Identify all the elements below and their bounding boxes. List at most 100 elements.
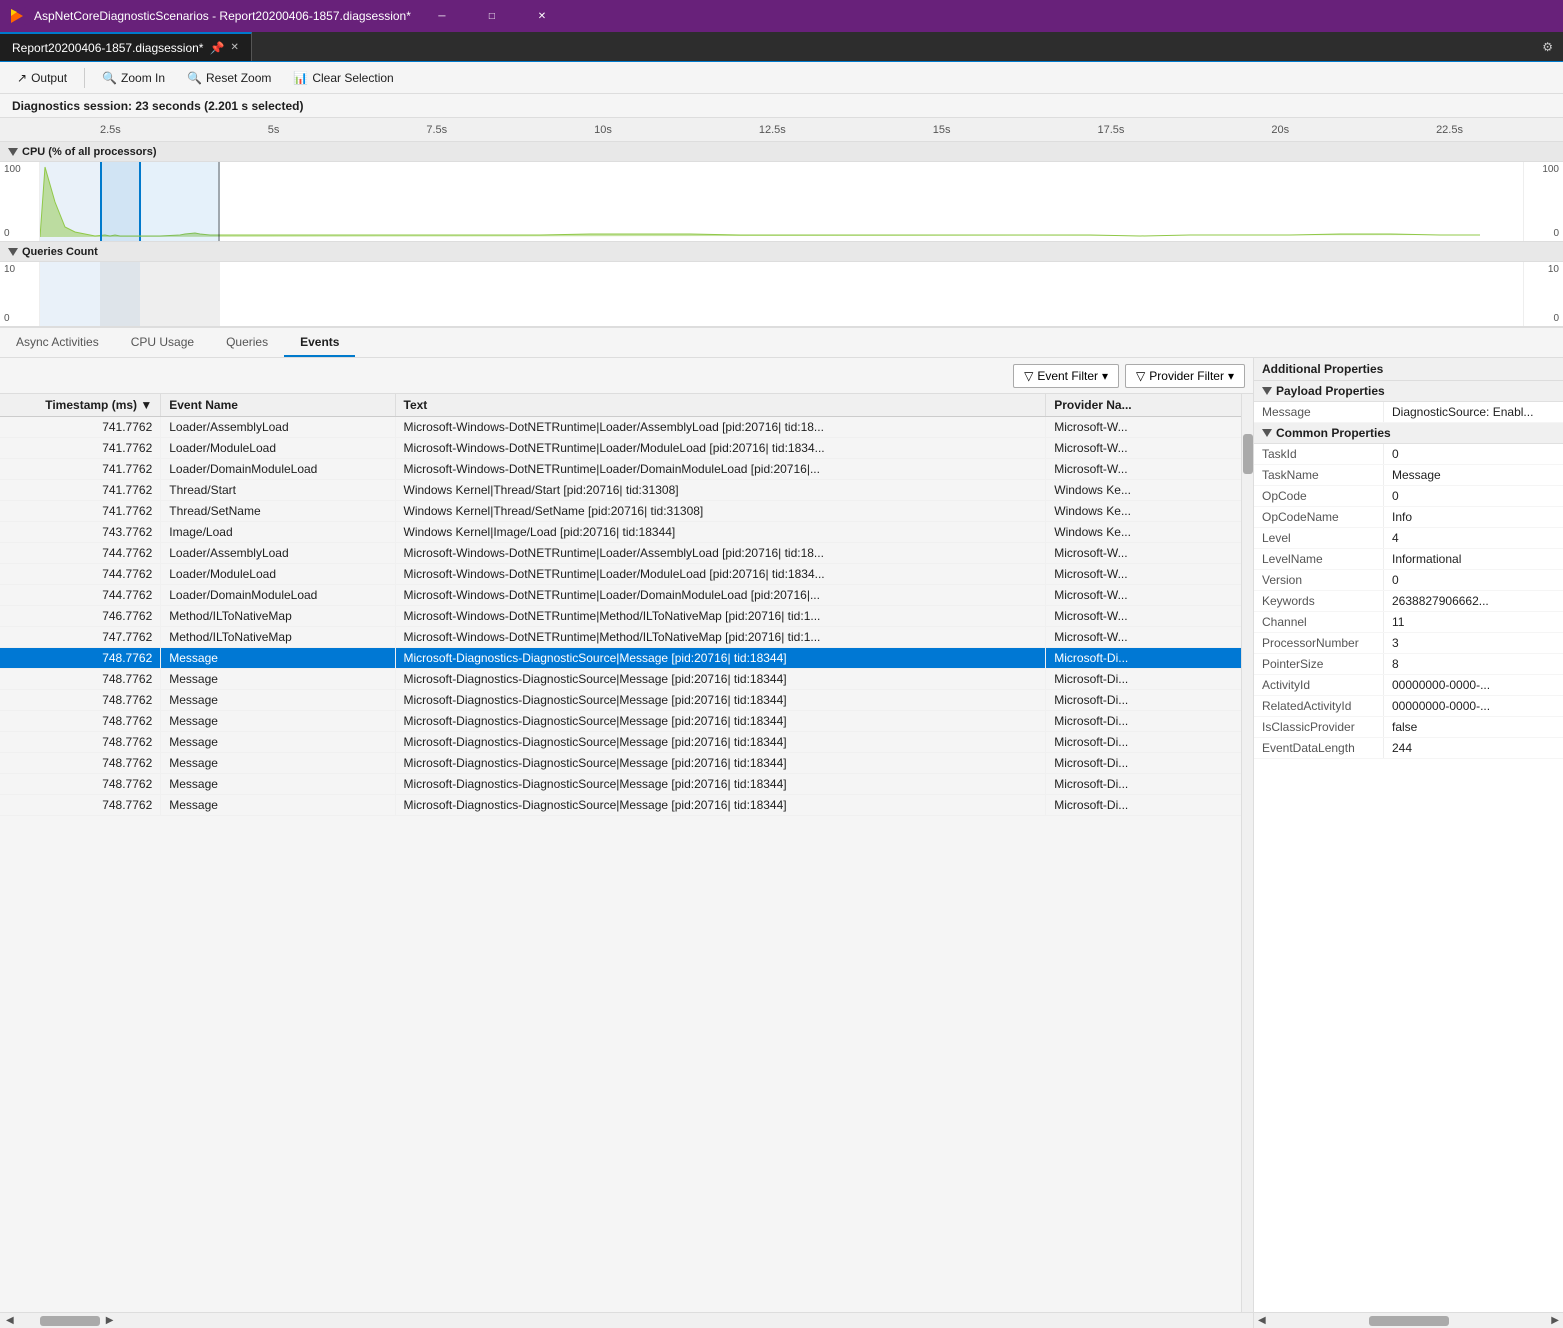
cpu-chart-canvas — [40, 162, 1523, 241]
cpu-y-labels-left: 100 0 — [0, 162, 40, 241]
col-header-text[interactable]: Text — [395, 394, 1046, 417]
common-prop-row: ActivityId00000000-0000-... — [1254, 675, 1563, 696]
reset-zoom-button[interactable]: 🔍 Reset Zoom — [178, 67, 280, 89]
cpu-chart-body[interactable]: 100 0 100 0 — [0, 162, 1563, 242]
prop-key: Keywords — [1254, 591, 1384, 611]
table-row[interactable]: 741.7762Loader/AssemblyLoadMicrosoft-Win… — [0, 417, 1241, 438]
scroll-left-arrow[interactable]: ◀ — [0, 1315, 20, 1326]
tab-cpu-usage[interactable]: CPU Usage — [115, 328, 210, 357]
table-vertical-scrollbar[interactable] — [1241, 394, 1253, 1312]
ruler-mark: 2.5s — [100, 124, 121, 136]
table-row[interactable]: 741.7762Thread/SetNameWindows Kernel|Thr… — [0, 501, 1241, 522]
tab-async-activities[interactable]: Async Activities — [0, 328, 115, 357]
provider-filter-icon: ▽ — [1136, 369, 1145, 383]
prop-value: 0 — [1384, 570, 1563, 590]
cell-event: Loader/AssemblyLoad — [161, 543, 395, 564]
prop-key: OpCodeName — [1254, 507, 1384, 527]
close-button[interactable]: ✕ — [519, 0, 565, 32]
zoom-in-button[interactable]: 🔍 Zoom In — [93, 67, 174, 89]
right-panel-scrollbar[interactable]: ◀ ▶ — [1254, 1312, 1563, 1328]
table-row[interactable]: 748.7762MessageMicrosoft-Diagnostics-Dia… — [0, 795, 1241, 816]
clear-selection-button[interactable]: 📊 Clear Selection — [284, 67, 402, 89]
common-prop-row: Version0 — [1254, 570, 1563, 591]
prop-value: 11 — [1384, 612, 1563, 632]
prop-value: 00000000-0000-... — [1384, 675, 1563, 695]
table-row[interactable]: 741.7762Loader/DomainModuleLoadMicrosoft… — [0, 459, 1241, 480]
table-row[interactable]: 748.7762MessageMicrosoft-Diagnostics-Dia… — [0, 669, 1241, 690]
prop-key: TaskId — [1254, 444, 1384, 464]
horizontal-scrollbar[interactable]: ◀ ▶ — [0, 1312, 1253, 1328]
h-scroll-thumb[interactable] — [40, 1316, 100, 1326]
ruler-marks: 2.5s5s7.5s10s12.5s15s17.5s20s22.5s — [100, 124, 1463, 136]
right-h-scroll-thumb[interactable] — [1369, 1316, 1449, 1326]
table-row[interactable]: 748.7762MessageMicrosoft-Diagnostics-Dia… — [0, 690, 1241, 711]
prop-value: Info — [1384, 507, 1563, 527]
settings-icon[interactable]: ⚙ — [1532, 32, 1563, 61]
common-prop-row: OpCode0 — [1254, 486, 1563, 507]
common-prop-row: RelatedActivityId00000000-0000-... — [1254, 696, 1563, 717]
right-scroll-left[interactable]: ◀ — [1258, 1315, 1266, 1326]
table-row[interactable]: 743.7762Image/LoadWindows Kernel|Image/L… — [0, 522, 1241, 543]
right-scroll-right[interactable]: ▶ — [1551, 1315, 1559, 1326]
timeline-area: 2.5s5s7.5s10s12.5s15s17.5s20s22.5s CPU (… — [0, 118, 1563, 328]
cell-text: Windows Kernel|Image/Load [pid:20716| ti… — [395, 522, 1046, 543]
prop-key: Version — [1254, 570, 1384, 590]
table-row[interactable]: 748.7762MessageMicrosoft-Diagnostics-Dia… — [0, 774, 1241, 795]
output-button[interactable]: ↗ Output — [8, 67, 76, 89]
queries-chart-body[interactable]: 10 0 10 0 — [0, 262, 1563, 327]
cell-timestamp: 744.7762 — [0, 564, 161, 585]
cell-event: Loader/AssemblyLoad — [161, 417, 395, 438]
scroll-right-arrow[interactable]: ▶ — [100, 1315, 120, 1326]
prop-key: EventDataLength — [1254, 738, 1384, 758]
cell-text: Microsoft-Diagnostics-DiagnosticSource|M… — [395, 774, 1046, 795]
table-row[interactable]: 741.7762Loader/ModuleLoadMicrosoft-Windo… — [0, 438, 1241, 459]
tab-events[interactable]: Events — [284, 328, 355, 357]
tab-pin-icon[interactable]: 📌 — [209, 41, 224, 55]
cell-provider: Microsoft-W... — [1046, 543, 1241, 564]
table-row[interactable]: 744.7762Loader/ModuleLoadMicrosoft-Windo… — [0, 564, 1241, 585]
table-row[interactable]: 744.7762Loader/DomainModuleLoadMicrosoft… — [0, 585, 1241, 606]
common-section-header[interactable]: Common Properties — [1254, 423, 1563, 444]
main-content: ▽ Event Filter ▾ ▽ Provider Filter ▾ Tim… — [0, 358, 1563, 1328]
tab-queries[interactable]: Queries — [210, 328, 284, 357]
cell-timestamp: 748.7762 — [0, 669, 161, 690]
col-header-timestamp[interactable]: Timestamp (ms) ▼ — [0, 394, 161, 417]
bottom-tabs: Async Activities CPU Usage Queries Event… — [0, 328, 1563, 358]
payload-section-header[interactable]: Payload Properties — [1254, 381, 1563, 402]
table-row[interactable]: 741.7762Thread/StartWindows Kernel|Threa… — [0, 480, 1241, 501]
right-panel-content[interactable]: Payload Properties MessageDiagnosticSour… — [1254, 381, 1563, 1312]
col-header-event[interactable]: Event Name — [161, 394, 395, 417]
col-header-provider[interactable]: Provider Na... — [1046, 394, 1241, 417]
cell-provider: Microsoft-Di... — [1046, 753, 1241, 774]
table-area: Timestamp (ms) ▼ Event Name Text Provide… — [0, 394, 1253, 1312]
table-row[interactable]: 746.7762Method/ILToNativeMapMicrosoft-Wi… — [0, 606, 1241, 627]
prop-key: Message — [1254, 402, 1384, 422]
table-row[interactable]: 747.7762Method/ILToNativeMapMicrosoft-Wi… — [0, 627, 1241, 648]
table-row[interactable]: 748.7762MessageMicrosoft-Diagnostics-Dia… — [0, 753, 1241, 774]
tab-close-icon[interactable]: ✕ — [230, 42, 238, 53]
table-row[interactable]: 748.7762MessageMicrosoft-Diagnostics-Dia… — [0, 711, 1241, 732]
cell-text: Microsoft-Diagnostics-DiagnosticSource|M… — [395, 669, 1046, 690]
cell-provider: Microsoft-Di... — [1046, 711, 1241, 732]
cell-timestamp: 741.7762 — [0, 438, 161, 459]
events-table-container[interactable]: Timestamp (ms) ▼ Event Name Text Provide… — [0, 394, 1241, 1312]
table-row[interactable]: 748.7762MessageMicrosoft-Diagnostics-Dia… — [0, 648, 1241, 669]
window-controls: ─ □ ✕ — [419, 0, 565, 32]
app-title: AspNetCoreDiagnosticScenarios - Report20… — [34, 9, 411, 23]
scroll-thumb[interactable] — [1243, 434, 1253, 474]
cell-text: Microsoft-Windows-DotNETRuntime|Loader/A… — [395, 417, 1046, 438]
event-filter-button[interactable]: ▽ Event Filter ▾ — [1013, 364, 1119, 388]
cell-event: Message — [161, 732, 395, 753]
cell-timestamp: 748.7762 — [0, 690, 161, 711]
maximize-button[interactable]: □ — [469, 0, 515, 32]
common-prop-row: Level4 — [1254, 528, 1563, 549]
minimize-button[interactable]: ─ — [419, 0, 465, 32]
provider-filter-button[interactable]: ▽ Provider Filter ▾ — [1125, 364, 1245, 388]
cell-provider: Microsoft-W... — [1046, 438, 1241, 459]
table-row[interactable]: 744.7762Loader/AssemblyLoadMicrosoft-Win… — [0, 543, 1241, 564]
table-row[interactable]: 748.7762MessageMicrosoft-Diagnostics-Dia… — [0, 732, 1241, 753]
cell-event: Method/ILToNativeMap — [161, 627, 395, 648]
main-tab[interactable]: Report20200406-1857.diagsession* 📌 ✕ — [0, 32, 252, 61]
cell-timestamp: 748.7762 — [0, 774, 161, 795]
prop-value: 4 — [1384, 528, 1563, 548]
